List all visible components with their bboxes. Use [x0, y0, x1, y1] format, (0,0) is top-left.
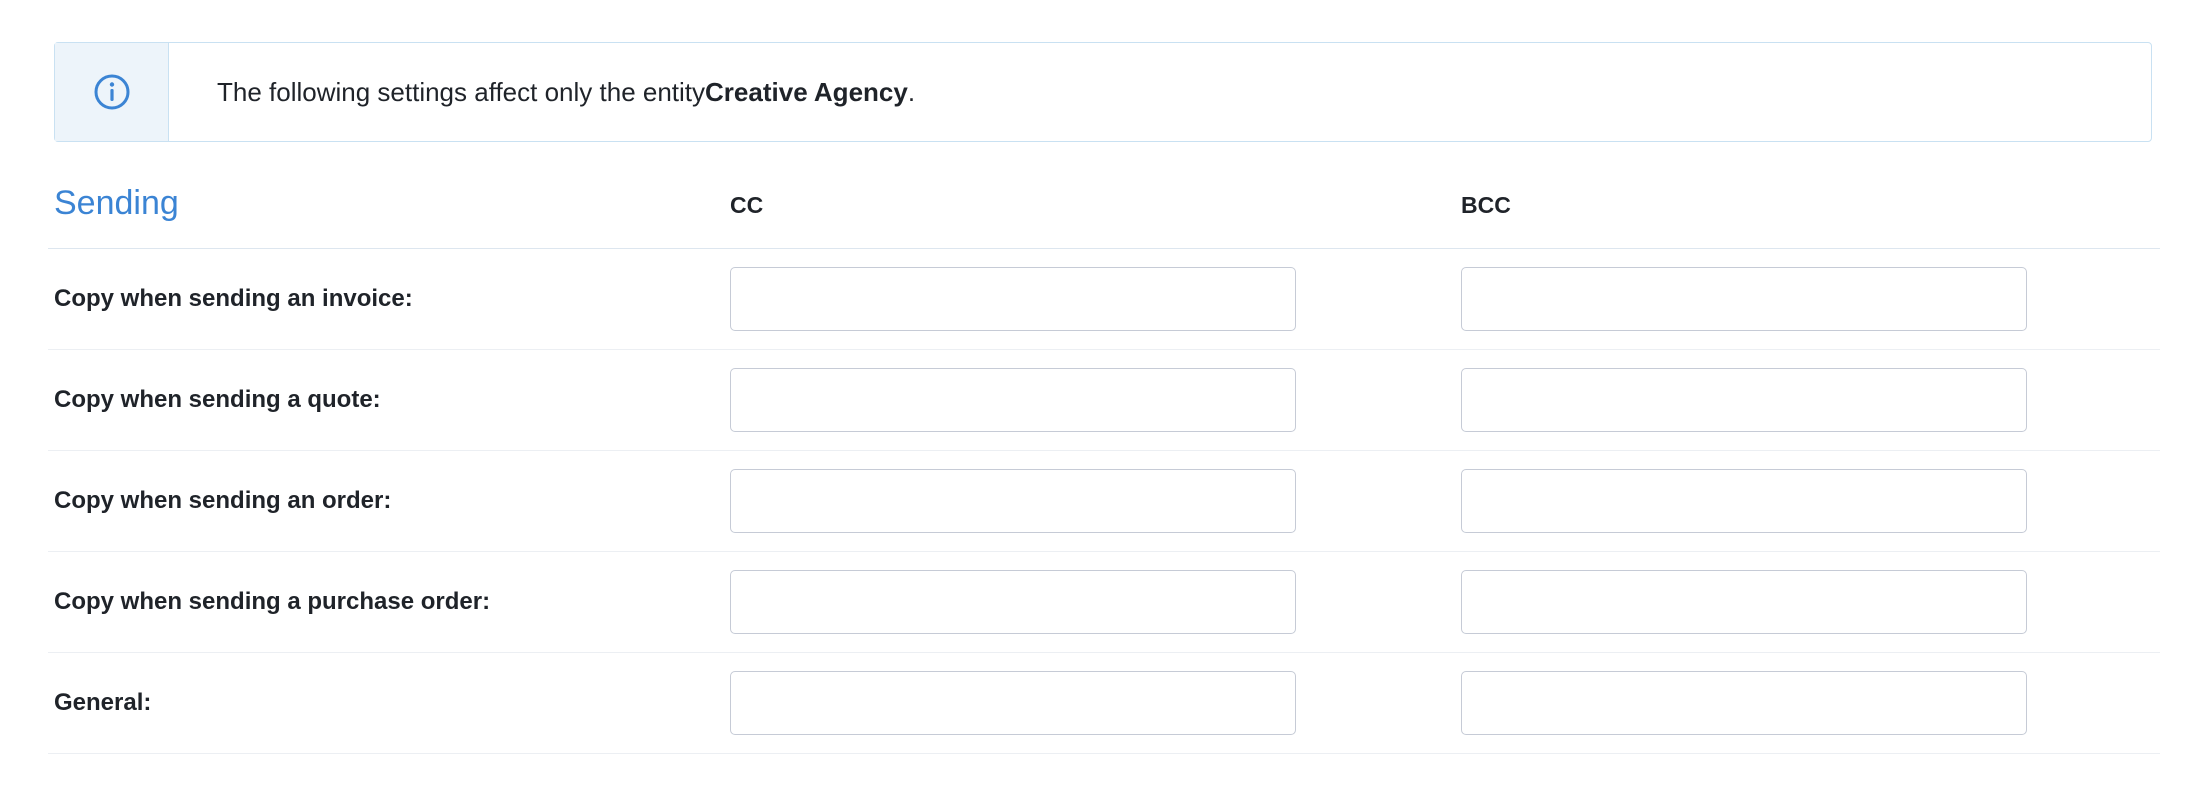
column-header-bcc: BCC	[1461, 192, 1511, 218]
general-cc-input[interactable]	[730, 671, 1296, 735]
section-header: Sending CC BCC	[48, 166, 2160, 249]
row-label: Copy when sending a purchase order:	[54, 588, 491, 615]
notice-text-prefix: The following settings affect only the e…	[217, 76, 706, 107]
section-title: Sending	[54, 184, 179, 222]
info-icon	[94, 74, 129, 110]
row-label: General:	[54, 689, 152, 716]
settings-row-invoice: Copy when sending an invoice:	[48, 249, 2160, 350]
order-bcc-input[interactable]	[1461, 469, 2027, 533]
row-label: Copy when sending an order:	[54, 487, 392, 514]
settings-row-order: Copy when sending an order:	[48, 451, 2160, 552]
settings-row-quote: Copy when sending a quote:	[48, 350, 2160, 451]
invoice-bcc-input[interactable]	[1461, 267, 2027, 331]
info-notice: The following settings affect only the e…	[54, 42, 2152, 142]
settings-row-purchase-order: Copy when sending a purchase order:	[48, 552, 2160, 653]
order-cc-input[interactable]	[730, 469, 1296, 533]
sending-settings-section: Sending CC BCC Copy when sending an invo…	[48, 166, 2160, 754]
row-label: Copy when sending an invoice:	[54, 285, 413, 312]
row-label: Copy when sending a quote:	[54, 386, 381, 413]
notice-entity-name: Creative Agency	[705, 76, 908, 107]
invoice-cc-input[interactable]	[730, 267, 1296, 331]
notice-text: The following settings affect only the e…	[169, 43, 915, 141]
notice-icon-box	[55, 43, 169, 141]
general-bcc-input[interactable]	[1461, 671, 2027, 735]
quote-bcc-input[interactable]	[1461, 368, 2027, 432]
purchase-order-cc-input[interactable]	[730, 570, 1296, 634]
notice-text-suffix: .	[907, 76, 916, 107]
settings-row-general: General:	[48, 653, 2160, 754]
purchase-order-bcc-input[interactable]	[1461, 570, 2027, 634]
quote-cc-input[interactable]	[730, 368, 1296, 432]
column-header-cc: CC	[730, 192, 764, 218]
